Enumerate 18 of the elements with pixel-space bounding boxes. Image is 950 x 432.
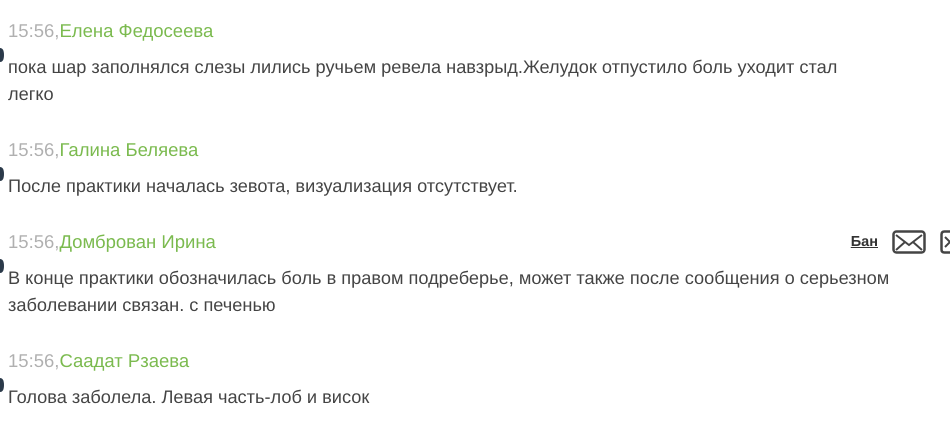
ban-link[interactable]: Бан <box>850 234 878 250</box>
message-time: 15:56, <box>8 20 60 42</box>
message-time: 15:56, <box>8 139 60 161</box>
author-name: Домброван Ирина <box>59 231 216 253</box>
message-text: В конце практики обозначилась боль в правом подреберье, может также после сообщения о серьезном заболевании связан. с печенью <box>8 267 890 317</box>
message-time: 15:56, <box>8 231 60 253</box>
message-text: Голова заболела. Левая часть-лоб и висок <box>8 386 370 409</box>
message-time: 15:56, <box>8 350 60 372</box>
bullet-icon <box>0 48 4 62</box>
author-name: Саадат Рзаева <box>59 350 190 372</box>
bullet-icon <box>0 167 4 181</box>
author-name: Елена Федосеева <box>59 20 214 42</box>
bullet-icon <box>0 259 4 273</box>
author-name: Галина Беляева <box>59 139 198 161</box>
message-text: После практики началась зевота, визуализация отсутствует. <box>8 175 519 198</box>
envelope-icon[interactable] <box>892 230 926 254</box>
message-text: пока шар заполнялся слезы лились ручьем ревела навзрыд.Желудок отпустило боль уходит стал легко <box>8 56 838 106</box>
bullet-icon <box>0 378 4 392</box>
